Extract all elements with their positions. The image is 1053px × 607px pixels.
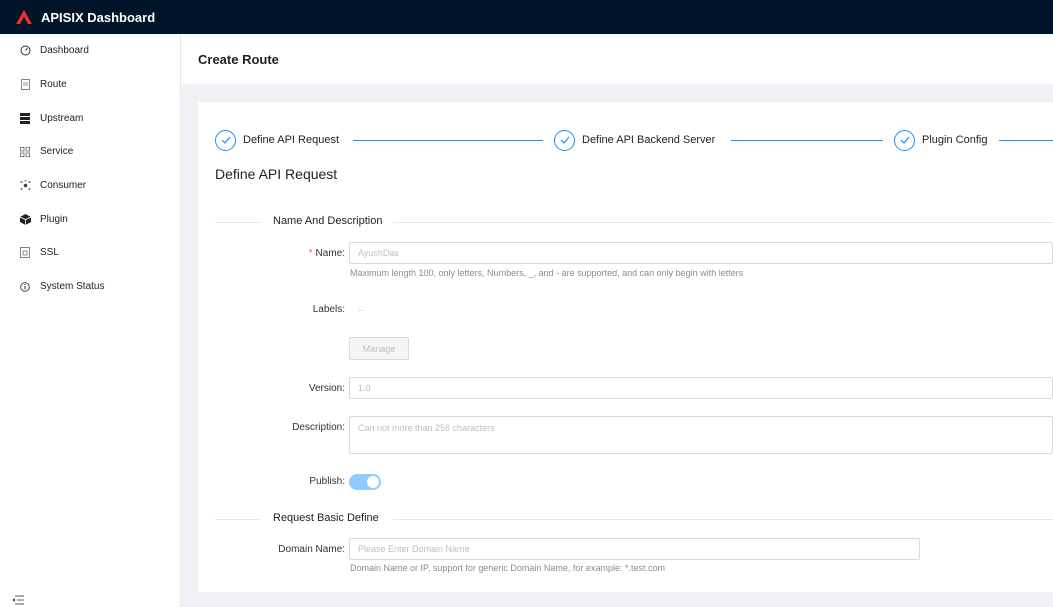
sidebar-item-route[interactable]: Route [0,68,180,102]
ssl-icon [19,247,31,259]
form-card: Define API Request Define API Backend Se… [198,102,1053,592]
top-navbar: APISIX Dashboard [0,0,1053,34]
sidebar-item-consumer[interactable]: Consumer [0,169,180,203]
version-input[interactable]: 1.0 [349,377,1053,399]
required-mark: * [308,248,313,259]
apisix-logo-icon [16,10,32,24]
divider-request-basic-define: Request Basic Define [215,512,1053,526]
dashboard-icon [19,45,31,57]
labels-value: -- [358,305,364,315]
step-connector [731,140,883,141]
publish-label: Publish: [309,476,345,487]
group-title: Request Basic Define [273,512,379,524]
menu-fold-icon[interactable] [12,595,24,605]
domain-name-label: Domain Name: [278,544,345,555]
step-plugin-config[interactable]: Plugin Config [894,129,987,151]
sidebar-item-label: System Status [40,281,105,293]
app-title: APISIX Dashboard [41,9,156,25]
manage-labels-button[interactable]: Manage [349,337,409,360]
sidebar-item-system-status[interactable]: System Status [0,270,180,304]
sidebar: Dashboard Route Upstream Service Consume… [0,34,181,607]
consumer-icon [19,180,31,192]
section-title: Define API Request [215,166,338,182]
name-help-text: Maximum length 100, only letters, Number… [350,268,744,278]
check-icon [554,129,575,151]
steps-bar: Define API Request Define API Backend Se… [215,129,1053,151]
route-icon [19,79,31,91]
sidebar-item-label: Route [40,79,67,91]
page-title: Create Route [198,51,279,67]
sidebar-item-service[interactable]: Service [0,135,180,169]
step-label: Define API Backend Server [582,134,716,146]
step-define-api-backend-server[interactable]: Define API Backend Server [554,129,715,151]
version-label: Version: [308,383,345,394]
description-label: Description: [292,422,345,433]
sidebar-item-label: Consumer [40,180,87,192]
description-textarea[interactable]: Can not more than 256 characters [349,416,1053,454]
info-icon [19,281,31,293]
page-header: Create Route [181,34,1053,84]
upstream-icon [19,112,31,124]
step-label: Plugin Config [922,134,988,146]
sidebar-item-label: Plugin [40,213,68,225]
sidebar-item-label: Upstream [40,112,84,124]
domain-name-input[interactable]: Please Enter Domain Name [349,538,920,560]
name-input[interactable]: AyushDas [349,242,1053,264]
sidebar-item-plugin[interactable]: Plugin [0,202,180,236]
step-connector [999,140,1053,141]
plugin-icon [19,213,31,225]
step-label: Define API Request [243,134,340,146]
publish-toggle[interactable] [349,474,381,490]
step-connector [353,140,543,141]
sidebar-item-dashboard[interactable]: Dashboard [0,34,180,68]
group-title: Name And Description [273,215,383,227]
sidebar-item-label: Dashboard [40,45,89,57]
step-define-api-request[interactable]: Define API Request [215,129,339,151]
sidebar-item-upstream[interactable]: Upstream [0,101,180,135]
service-icon [19,146,31,158]
check-icon [894,129,915,151]
domain-name-help-text: Domain Name or IP, support for generic D… [350,563,665,573]
divider-name-description: Name And Description [215,215,1053,229]
labels-label: Labels: [312,304,345,315]
check-icon [215,129,236,151]
sidebar-item-ssl[interactable]: SSL [0,236,180,270]
name-label: * Name: [308,248,345,259]
sidebar-item-label: Service [40,146,74,158]
sidebar-item-label: SSL [40,247,59,259]
